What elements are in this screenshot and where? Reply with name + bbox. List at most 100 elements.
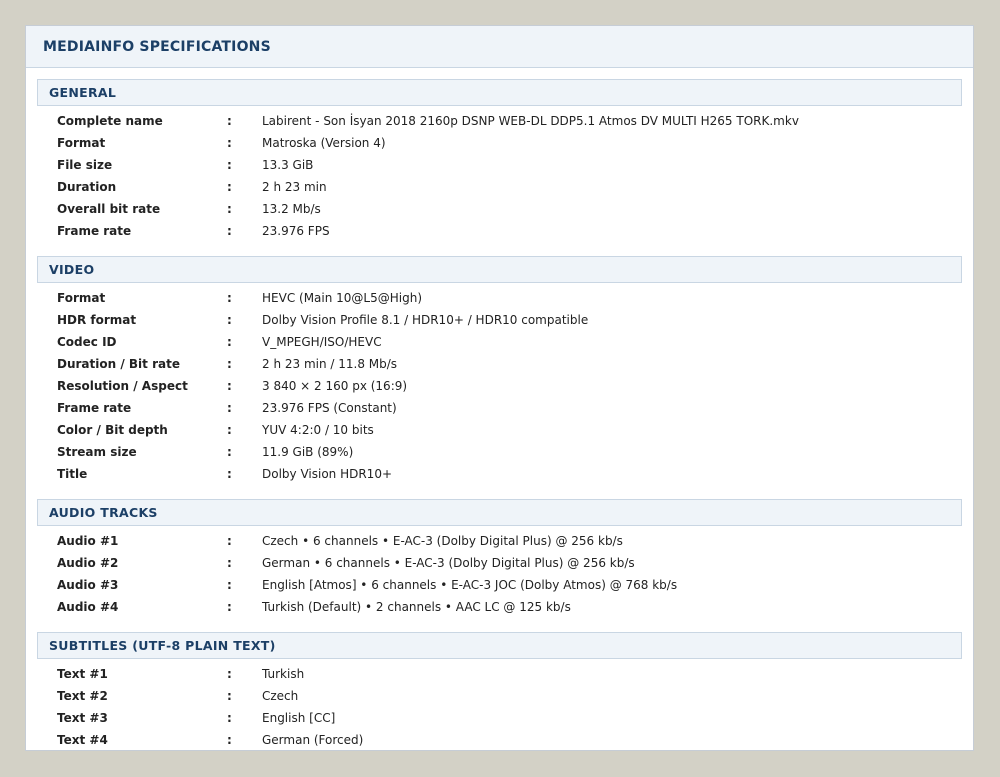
section-title: AUDIO TRACKS (49, 505, 158, 520)
spec-label: Overall bit rate (57, 202, 161, 216)
panel-header: MEDIAINFO SPECIFICATIONS (26, 26, 973, 68)
section-rows: Audio #1: Czech • 6 channels • E-AC-3 (Do… (37, 526, 962, 618)
spec-label: Resolution / Aspect (57, 379, 188, 393)
spec-label: Audio #1 (57, 534, 119, 548)
spec-separator: : (227, 313, 232, 327)
spec-separator: : (227, 335, 232, 349)
spec-value: Dolby Vision Profile 8.1 / HDR10+ / HDR1… (262, 313, 589, 327)
spec-separator: : (227, 114, 232, 128)
spec-value: Turkish (Default) • 2 channels • AAC LC … (262, 600, 571, 614)
spec-value: 23.976 FPS (262, 224, 330, 238)
spec-separator: : (227, 158, 232, 172)
section-audio: AUDIO TRACKS Audio #1: Czech • 6 channels … (37, 499, 962, 618)
spec-separator: : (227, 357, 232, 371)
spec-row: Title: Dolby Vision HDR10+ (37, 463, 962, 485)
spec-separator: : (227, 180, 232, 194)
spec-value: V_MPEGH/ISO/HEVC (262, 335, 382, 349)
spec-value: Dolby Vision HDR10+ (262, 467, 393, 481)
spec-value: Labirent - Son İsyan 2018 2160p DSNP WEB… (262, 114, 799, 128)
spec-separator: : (227, 467, 232, 481)
section-header-video: VIDEO (37, 256, 962, 283)
spec-row: Frame rate: 23.976 FPS (Constant) (37, 397, 962, 419)
spec-separator: : (227, 733, 232, 747)
section-title: GENERAL (49, 85, 117, 100)
spec-label: Text #1 (57, 667, 108, 681)
spec-value: Czech (262, 689, 299, 703)
spec-separator: : (227, 689, 232, 703)
spec-label: HDR format (57, 313, 137, 327)
spec-row: Resolution / Aspect: 3 840 × 2 160 px (16… (37, 375, 962, 397)
section-rows: Complete name: Labirent - Son İsyan 2018 … (37, 106, 962, 242)
spec-separator: : (227, 379, 232, 393)
spec-separator: : (227, 291, 232, 305)
spec-separator: : (227, 401, 232, 415)
spec-separator: : (227, 423, 232, 437)
spec-value: Matroska (Version 4) (262, 136, 386, 150)
spec-label: Duration (57, 180, 117, 194)
spec-separator: : (227, 445, 232, 459)
spec-label: File size (57, 158, 113, 172)
spec-row: Text #4: German (Forced) (37, 729, 962, 751)
spec-value: 13.3 GiB (262, 158, 314, 172)
spec-label: Text #2 (57, 689, 108, 703)
section-header-audio: AUDIO TRACKS (37, 499, 962, 526)
spec-separator: : (227, 224, 232, 238)
spec-value: 2 h 23 min (262, 180, 327, 194)
spec-value: 13.2 Mb/s (262, 202, 321, 216)
spec-label: Complete name (57, 114, 163, 128)
spec-label: Format (57, 136, 106, 150)
sections-container: GENERAL Complete name: Labirent - Son İsya… (26, 68, 973, 751)
spec-separator: : (227, 711, 232, 725)
spec-value: Turkish (262, 667, 305, 681)
spec-row: Audio #1: Czech • 6 channels • E-AC-3 (Do… (37, 530, 962, 552)
spec-row: Stream size: 11.9 GiB (89%) (37, 441, 962, 463)
spec-row: Format: HEVC (Main 10@L5@High) (37, 287, 962, 309)
section-general: GENERAL Complete name: Labirent - Son İsya… (37, 79, 962, 242)
section-header-subtitles: SUBTITLES (UTF-8 PLAIN TEXT) (37, 632, 962, 659)
spec-row: Frame rate: 23.976 FPS (37, 220, 962, 242)
section-subtitles: SUBTITLES (UTF-8 PLAIN TEXT) Text #1: Turk… (37, 632, 962, 751)
spec-label: Color / Bit depth (57, 423, 168, 437)
spec-label: Title (57, 467, 88, 481)
spec-label: Text #3 (57, 711, 108, 725)
spec-label: Duration / Bit rate (57, 357, 180, 371)
spec-value: English [Atmos] • 6 channels • E-AC-3 JO… (262, 578, 678, 592)
spec-separator: : (227, 578, 232, 592)
spec-row: Audio #3: English [Atmos] • 6 channels • … (37, 574, 962, 596)
spec-label: Stream size (57, 445, 137, 459)
spec-row: Codec ID: V_MPEGH/ISO/HEVC (37, 331, 962, 353)
spec-value: Czech • 6 channels • E-AC-3 (Dolby Digit… (262, 534, 623, 548)
spec-value: 2 h 23 min / 11.8 Mb/s (262, 357, 398, 371)
spec-label: Audio #3 (57, 578, 119, 592)
panel-title: MEDIAINFO SPECIFICATIONS (43, 38, 271, 55)
spec-row: Text #3: English [CC] (37, 707, 962, 729)
spec-separator: : (227, 136, 232, 150)
spec-separator: : (227, 667, 232, 681)
spec-separator: : (227, 534, 232, 548)
spec-row: Duration / Bit rate: 2 h 23 min / 11.8 Mb… (37, 353, 962, 375)
section-title: SUBTITLES (UTF-8 PLAIN TEXT) (49, 638, 276, 653)
spec-row: Overall bit rate: 13.2 Mb/s (37, 198, 962, 220)
spec-row: Text #2: Czech (37, 685, 962, 707)
section-header-general: GENERAL (37, 79, 962, 106)
spec-value: German (Forced) (262, 733, 364, 747)
spec-separator: : (227, 600, 232, 614)
spec-row: Color / Bit depth: YUV 4:2:0 / 10 bits (37, 419, 962, 441)
section-video: VIDEO Format: HEVC (Main 10@L5@High) HDR fo… (37, 256, 962, 485)
spec-separator: : (227, 202, 232, 216)
spec-label: Frame rate (57, 224, 132, 238)
spec-label: Format (57, 291, 106, 305)
section-title: VIDEO (49, 262, 95, 277)
section-rows: Text #1: Turkish Text #2: Czech Text #3: Engl… (37, 659, 962, 751)
spec-value: YUV 4:2:0 / 10 bits (262, 423, 374, 437)
spec-value: 23.976 FPS (Constant) (262, 401, 397, 415)
spec-row: Audio #2: German • 6 channels • E-AC-3 (D… (37, 552, 962, 574)
spec-row: Audio #4: Turkish (Default) • 2 channels … (37, 596, 962, 618)
spec-row: Duration: 2 h 23 min (37, 176, 962, 198)
spec-label: Codec ID (57, 335, 117, 349)
spec-label: Text #4 (57, 733, 108, 747)
section-rows: Format: HEVC (Main 10@L5@High) HDR format:… (37, 283, 962, 485)
spec-row: File size: 13.3 GiB (37, 154, 962, 176)
spec-row: HDR format: Dolby Vision Profile 8.1 / HD… (37, 309, 962, 331)
spec-row: Format: Matroska (Version 4) (37, 132, 962, 154)
